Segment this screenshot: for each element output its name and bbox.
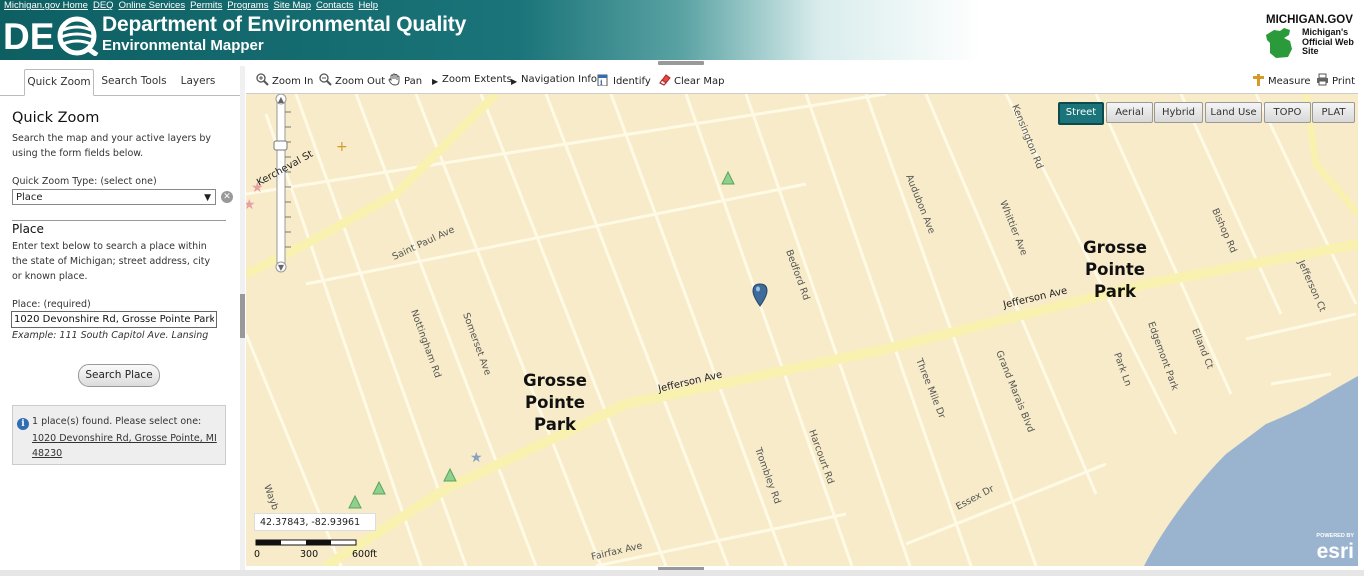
city-label-line: Grosse — [1083, 238, 1147, 257]
header-resize-handle[interactable] — [658, 61, 704, 65]
bottom-bar — [0, 570, 1364, 576]
nav-link-site-map[interactable]: Site Map — [273, 0, 311, 11]
poi-cross-icon[interactable]: + — [336, 139, 348, 155]
nav-link-michigan-home[interactable]: Michigan.gov Home — [4, 0, 88, 11]
zoom-in-label: Zoom In — [272, 76, 314, 87]
zoom-out-tool[interactable]: Zoom Out — [319, 73, 385, 87]
basemap-land-use-button[interactable]: Land Use — [1205, 102, 1262, 123]
clear-map-label: Clear Map — [674, 76, 725, 87]
basemap-hybrid-button[interactable]: Hybrid — [1154, 102, 1203, 123]
results-count-text: 1 place(s) found. Please select one: — [32, 416, 202, 427]
search-results-box: i 1 place(s) found. Please select one: 1… — [12, 405, 226, 465]
zoom-out-label: Zoom Out — [335, 76, 386, 87]
basemap-street-button[interactable]: Street — [1058, 102, 1104, 125]
svg-text:i: i — [600, 78, 603, 86]
map-canvas[interactable]: ★ ★ ★ + ▲ ▼ Kercheval St Saint Paul Ave … — [246, 94, 1358, 566]
zoom-extents-label: Zoom Extents — [442, 74, 512, 85]
tab-quick-zoom[interactable]: Quick Zoom — [24, 69, 94, 96]
measure-label: Measure — [1268, 76, 1311, 87]
scale-mid: 300 — [300, 549, 318, 560]
place-input[interactable] — [11, 311, 217, 328]
clear-selection-icon[interactable]: ✕ — [221, 191, 233, 203]
scale-end: 600ft — [352, 549, 377, 560]
quick-zoom-description: Search the map and your active layers by… — [12, 133, 212, 159]
city-label-line: Pointe — [525, 393, 585, 412]
pan-label: Pan — [404, 76, 423, 87]
tab-search-tools[interactable]: Search Tools — [98, 69, 170, 94]
navigation-info-tool[interactable]: ▶ Navigation Info — [511, 73, 597, 87]
print-tool[interactable]: Print — [1316, 73, 1355, 87]
michigan-gov-name[interactable]: MICHIGAN.GOV — [1266, 14, 1353, 26]
result-link[interactable]: 1020 Devonshire Rd, Grosse Pointe, MI 48… — [32, 431, 222, 461]
arrow-right-icon: ▶ — [511, 77, 518, 86]
michigan-tagline: Michigan's Official Web Site — [1302, 27, 1354, 56]
navigation-info-label: Navigation Info — [521, 74, 598, 85]
identify-label: Identify — [613, 76, 651, 87]
eraser-icon — [659, 74, 671, 86]
zoom-slider-handle[interactable] — [273, 140, 288, 151]
nav-link-help[interactable]: Help — [358, 0, 378, 11]
nav-link-online-services[interactable]: Online Services — [119, 0, 186, 11]
city-label-line: Park — [1094, 282, 1137, 301]
page-header: Michigan.gov Home DEQ Online Services Permi… — [0, 0, 1364, 60]
tab-layers[interactable]: Layers — [174, 69, 222, 94]
quick-zoom-type-select[interactable]: Place ▼ — [12, 189, 216, 205]
svg-text:▲: ▲ — [278, 95, 285, 104]
measure-tool[interactable]: Measure — [1252, 73, 1311, 87]
city-label-line: Grosse — [523, 371, 587, 390]
deq-logo[interactable]: DE — [3, 16, 99, 56]
basemap-topo-button[interactable]: TOPO — [1264, 102, 1311, 123]
nav-link-deq[interactable]: DEQ — [93, 0, 114, 11]
street-map[interactable]: ★ ★ ★ + ▲ ▼ Kercheval St Saint Paul Ave … — [246, 94, 1358, 566]
place-label: Place: (required) — [12, 299, 91, 310]
coordinate-readout: 42.37843, -82.93961 — [254, 513, 376, 531]
poi-star-icon[interactable]: ★ — [470, 450, 483, 466]
quick-zoom-type-label: Quick Zoom Type: (select one) — [12, 176, 157, 187]
printer-icon — [1317, 73, 1328, 86]
basemap-aerial-button[interactable]: Aerial — [1106, 102, 1153, 123]
quick-zoom-type-value: Place — [16, 192, 43, 203]
place-description: Enter text below to search a place withi… — [12, 241, 211, 282]
esri-label: esri — [1317, 540, 1354, 562]
splitter-handle[interactable] — [240, 294, 245, 338]
hand-icon — [388, 73, 400, 86]
pan-tool[interactable]: Pan — [388, 73, 422, 87]
scale-zero: 0 — [254, 549, 260, 560]
basemap-plat-button[interactable]: PLAT — [1312, 102, 1355, 123]
city-label-line: Park — [534, 415, 577, 434]
arrow-right-icon: ▶ — [432, 77, 439, 86]
powered-by-label: POWERED BY — [1316, 533, 1354, 539]
app-title: Environmental Mapper — [102, 37, 264, 54]
esri-logo[interactable]: POWERED BY esri — [1298, 528, 1358, 562]
department-title: Department of Environmental Quality — [102, 13, 467, 36]
poi-star-icon[interactable]: ★ — [246, 197, 256, 213]
zoom-in-icon — [256, 73, 269, 86]
identify-icon: i — [597, 74, 608, 86]
map-toolbar: Zoom In Zoom Out Pan ▶ Zoom Extents ▶ Navi… — [246, 66, 1358, 94]
search-place-button[interactable]: Search Place — [78, 364, 160, 387]
nav-link-contacts[interactable]: Contacts — [316, 0, 354, 11]
svg-text:▼: ▼ — [278, 263, 285, 272]
nav-link-permits[interactable]: Permits — [190, 0, 222, 11]
clear-map-tool[interactable]: Clear Map — [658, 73, 724, 87]
divider — [12, 220, 226, 221]
quick-zoom-title: Quick Zoom — [12, 110, 100, 126]
zoom-in-tool[interactable]: Zoom In — [256, 73, 313, 87]
zoom-extents-tool[interactable]: ▶ Zoom Extents — [432, 73, 512, 87]
nav-link-programs[interactable]: Programs — [227, 0, 268, 11]
measure-icon — [1253, 74, 1264, 86]
left-panel: Quick Zoom Search Tools Layers Quick Zoo… — [0, 66, 241, 570]
print-label: Print — [1332, 76, 1356, 87]
place-heading: Place — [12, 222, 44, 236]
city-label-line: Pointe — [1085, 260, 1145, 279]
info-icon: i — [17, 418, 29, 430]
panel-tabs: Quick Zoom Search Tools Layers — [0, 66, 240, 96]
top-nav: Michigan.gov Home DEQ Online Services Permi… — [4, 0, 383, 12]
zoom-out-icon — [319, 73, 332, 86]
identify-tool[interactable]: i Identify — [597, 73, 651, 87]
svg-text:DE: DE — [3, 16, 54, 56]
dropdown-arrow-icon: ▼ — [204, 193, 211, 203]
place-example: Example: 111 South Capitol Ave. Lansing — [12, 330, 209, 341]
